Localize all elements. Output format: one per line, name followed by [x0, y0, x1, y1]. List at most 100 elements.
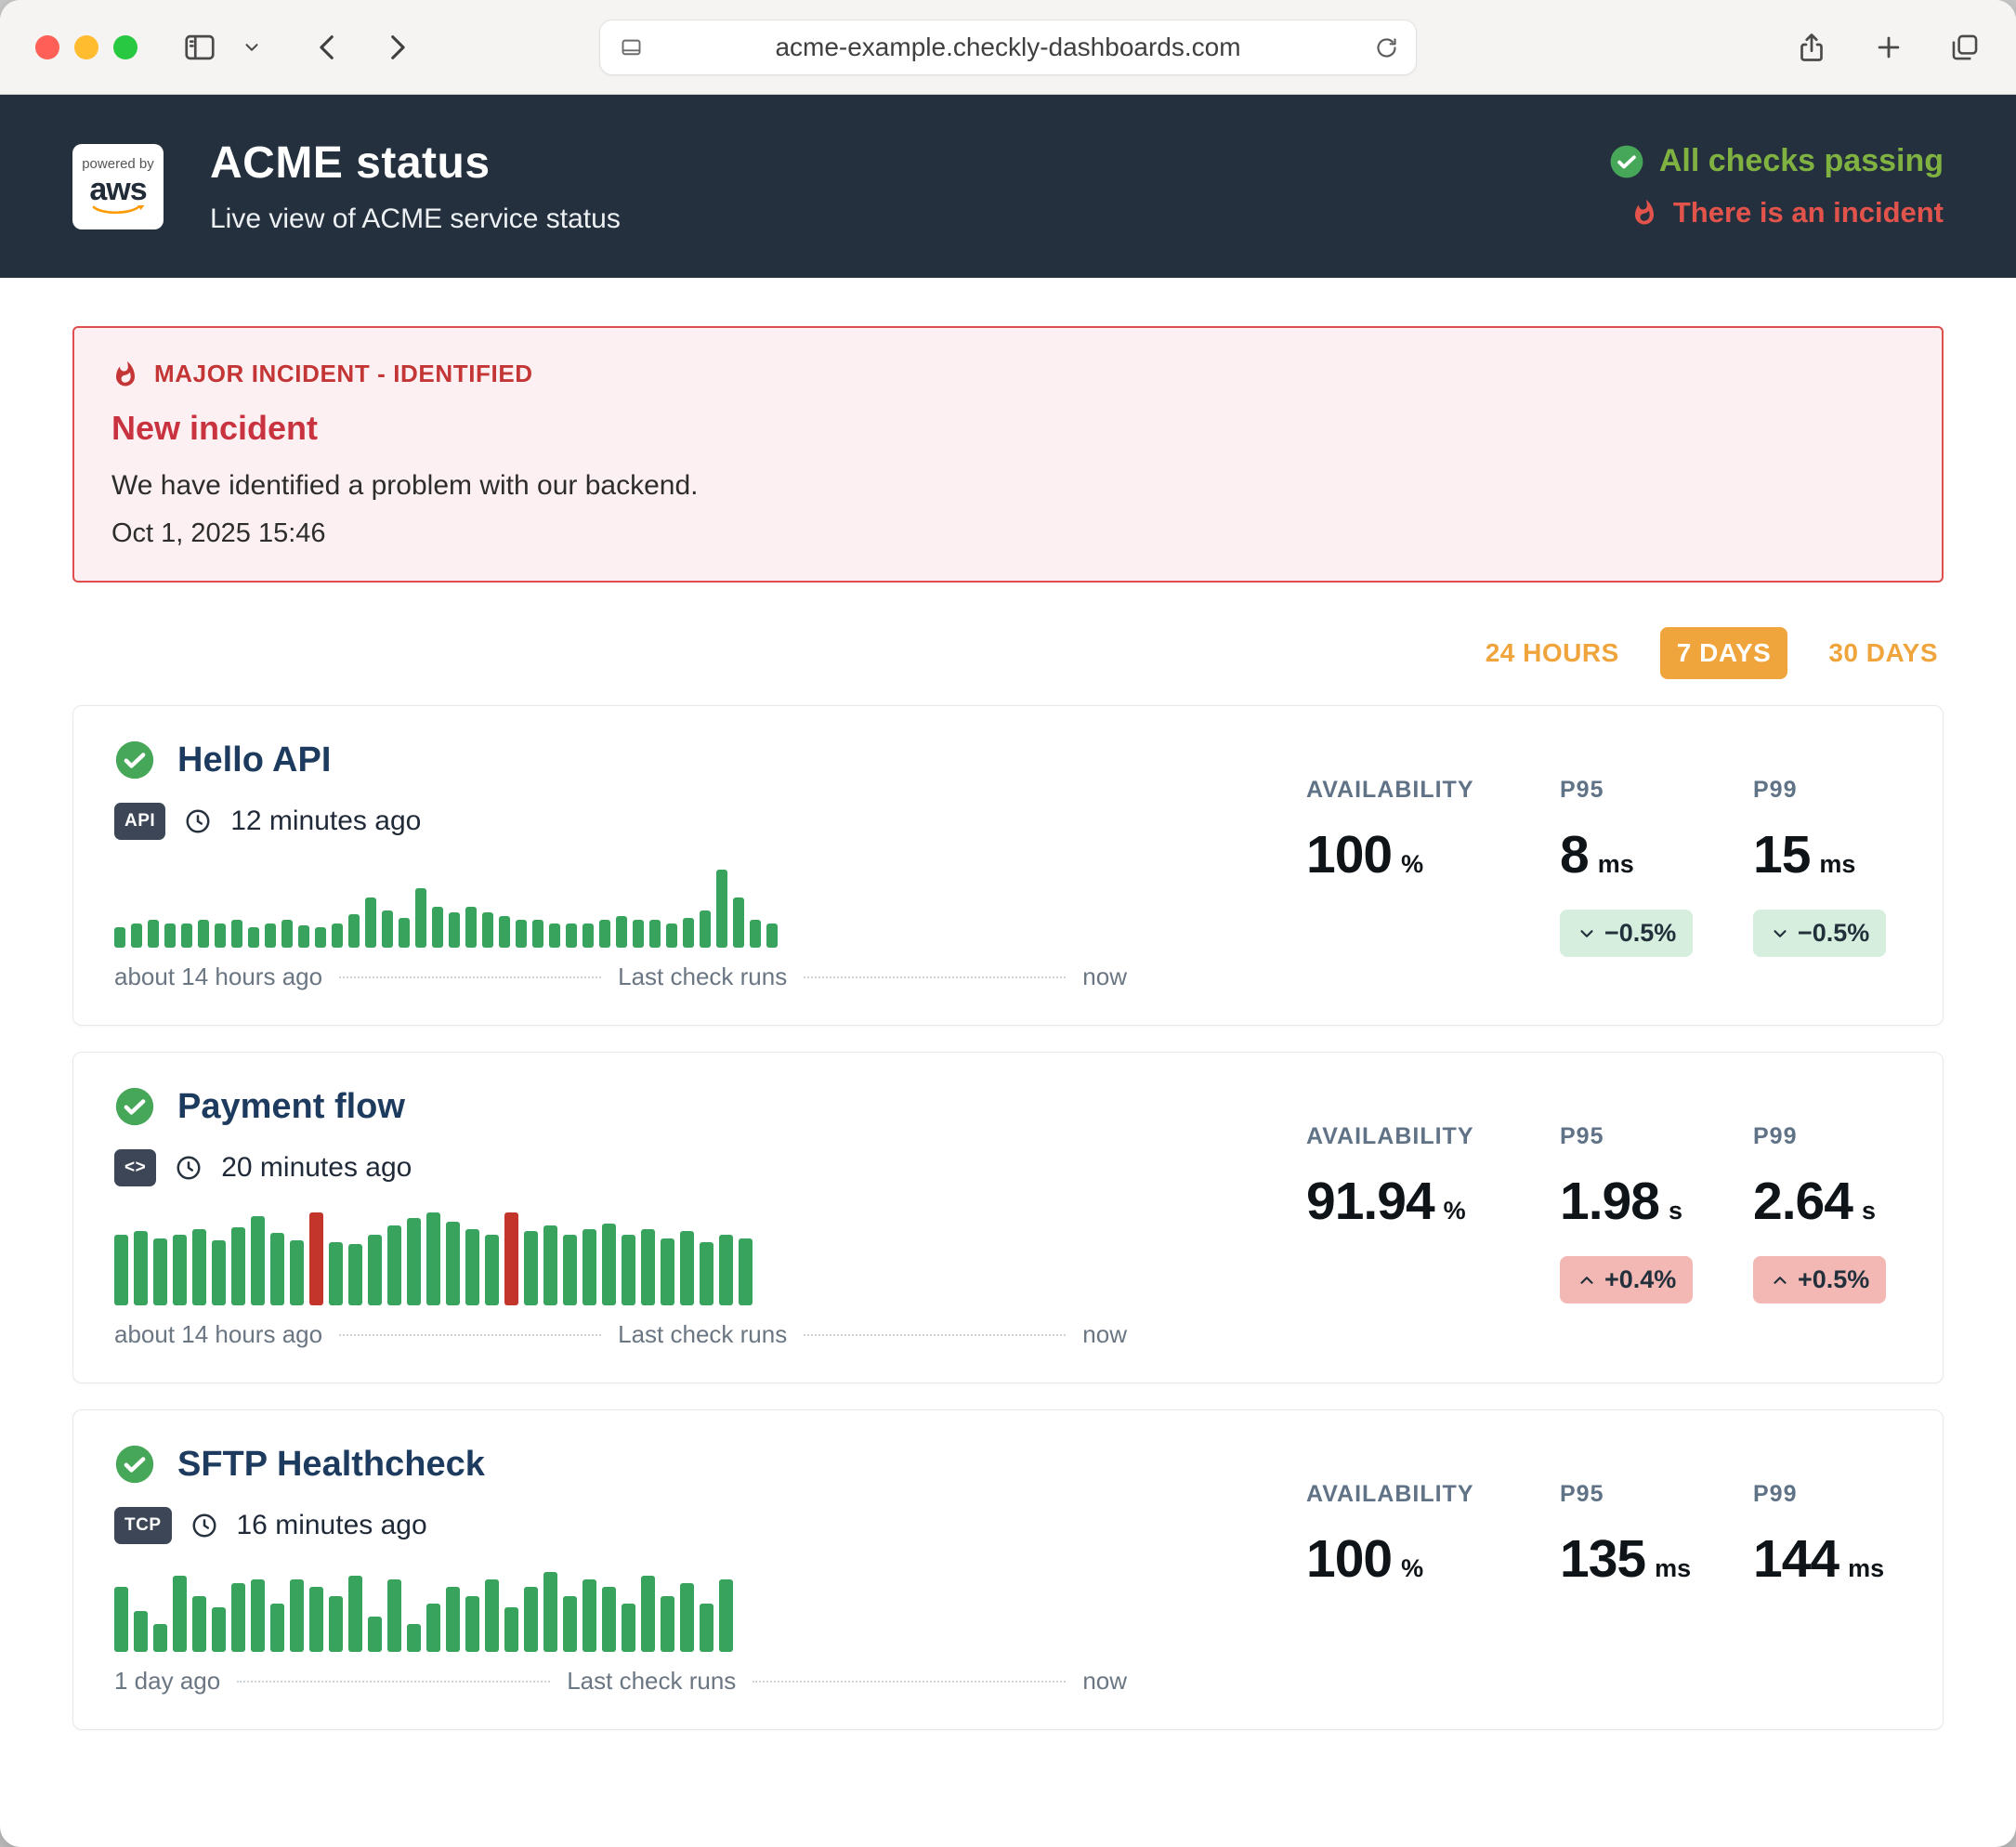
chart-bar: [192, 1229, 206, 1305]
chart-bar: [543, 1572, 557, 1652]
tab-overview-icon[interactable]: [1949, 32, 1981, 63]
chart-bar: [181, 924, 192, 948]
chart-bar: [465, 1229, 479, 1305]
availability-value: 100: [1306, 1528, 1392, 1590]
chart-bar: [661, 1596, 674, 1652]
chart-bar: [251, 1579, 265, 1652]
page-title: ACME status: [210, 138, 621, 189]
aws-logo: powered by aws: [72, 144, 164, 229]
incident-status-link[interactable]: There is an incident: [1673, 196, 1944, 229]
p95-value: 8: [1560, 824, 1589, 885]
chart-bar: [114, 1235, 128, 1305]
address-bar[interactable]: acme-example.checkly-dashboards.com: [599, 20, 1417, 75]
tab-7-days[interactable]: 7 DAYS: [1660, 627, 1788, 679]
minimize-window-button[interactable]: [74, 35, 98, 59]
tab-30-days[interactable]: 30 DAYS: [1823, 627, 1944, 679]
p99-trend-badge: −0.5%: [1753, 910, 1886, 957]
p99-label: P99: [1753, 777, 1892, 804]
chart-bar: [309, 1587, 323, 1652]
chart-bar: [583, 1229, 596, 1305]
chart-bar: [700, 1242, 713, 1305]
chart-bar: [733, 897, 744, 948]
chart-bar: [231, 1227, 245, 1305]
chart-bar: [446, 1222, 460, 1305]
chart-bar: [641, 1229, 655, 1305]
chart-bar: [633, 920, 644, 948]
chart-bar: [251, 1216, 265, 1305]
sidebar-toggle-icon[interactable]: [182, 30, 217, 65]
p95-label: P95: [1560, 1123, 1699, 1150]
chevron-down-icon[interactable]: [242, 37, 262, 58]
chart-bar: [446, 1587, 460, 1652]
chart-bar: [368, 1617, 382, 1652]
clock-icon: [190, 1512, 218, 1539]
back-button[interactable]: [312, 32, 344, 63]
chart-bar: [270, 1233, 284, 1305]
check-card-sftp-healthcheck: SFTP Healthcheck TCP 16 minutes ago 1 da…: [72, 1409, 1944, 1730]
banner-flame-icon: [111, 360, 139, 388]
check-title[interactable]: Payment flow: [177, 1087, 405, 1127]
chart-bar: [248, 927, 259, 948]
chart-bar: [566, 924, 577, 948]
chart-bar: [215, 924, 226, 948]
p99-trend-badge: +0.5%: [1753, 1256, 1886, 1303]
chart-bar: [700, 1604, 713, 1652]
check-title[interactable]: SFTP Healthcheck: [177, 1445, 485, 1485]
availability-label: AVAILABILITY: [1306, 777, 1506, 804]
axis-mid-label: Last check runs: [618, 963, 787, 991]
zoom-window-button[interactable]: [113, 35, 137, 59]
reload-icon[interactable]: [1374, 35, 1399, 60]
p99-value: 15: [1753, 824, 1810, 885]
new-tab-icon[interactable]: [1873, 32, 1905, 63]
browser-window: acme-example.checkly-dashboards.com: [0, 0, 2016, 1847]
axis-mid-label: Last check runs: [618, 1320, 787, 1349]
p95-trend-badge: +0.4%: [1560, 1256, 1693, 1303]
p99-value: 2.64: [1753, 1171, 1852, 1232]
website-icon: [619, 35, 644, 60]
check-passing-icon: [114, 1086, 155, 1127]
all-passing-check-icon: [1609, 144, 1644, 179]
p95-value: 1.98: [1560, 1171, 1659, 1232]
axis-end-label: now: [1082, 1320, 1127, 1349]
p95-unit: s: [1669, 1197, 1682, 1225]
chart-bar: [766, 924, 778, 948]
axis-mid-label: Last check runs: [567, 1667, 736, 1696]
chart-bar: [666, 924, 677, 948]
availability-label: AVAILABILITY: [1306, 1481, 1506, 1508]
chart-bar: [348, 1244, 362, 1305]
chart-axis: about 14 hours ago Last check runs now: [114, 1320, 1127, 1349]
chart-bar: [131, 924, 142, 948]
chart-bar: [602, 1587, 616, 1652]
p95-trend-badge: −0.5%: [1560, 910, 1693, 957]
check-title[interactable]: Hello API: [177, 740, 331, 780]
chart-bar: [134, 1611, 148, 1652]
chart-bar: [739, 1238, 753, 1305]
url-text: acme-example.checkly-dashboards.com: [775, 33, 1240, 62]
page-subtitle: Live view of ACME service status: [210, 203, 621, 235]
p99-value: 144: [1753, 1528, 1839, 1590]
chart-bar: [449, 912, 460, 948]
incident-flame-icon: [1630, 199, 1658, 227]
chart-bar: [719, 1579, 733, 1652]
axis-start-label: 1 day ago: [114, 1667, 220, 1696]
chart-bar: [700, 910, 711, 948]
close-window-button[interactable]: [35, 35, 59, 59]
chart-bar: [399, 918, 410, 948]
chart-bar: [516, 920, 527, 948]
check-type-badge: API: [114, 803, 165, 840]
chart-bar: [504, 1607, 518, 1652]
tab-24-hours[interactable]: 24 HOURS: [1480, 627, 1625, 679]
axis-end-label: now: [1082, 1667, 1127, 1696]
last-run-time: 12 minutes ago: [230, 806, 421, 837]
forward-button[interactable]: [381, 32, 412, 63]
axis-line: [339, 1334, 601, 1336]
availability-value: 91.94: [1306, 1171, 1434, 1232]
chart-bar: [153, 1238, 167, 1305]
axis-line: [753, 1681, 1066, 1683]
share-icon[interactable]: [1795, 31, 1828, 64]
chart-bar: [114, 927, 125, 948]
p99-label: P99: [1753, 1123, 1892, 1150]
chart-bar: [332, 924, 343, 948]
check-passing-icon: [114, 740, 155, 780]
incident-title: New incident: [111, 409, 1905, 448]
